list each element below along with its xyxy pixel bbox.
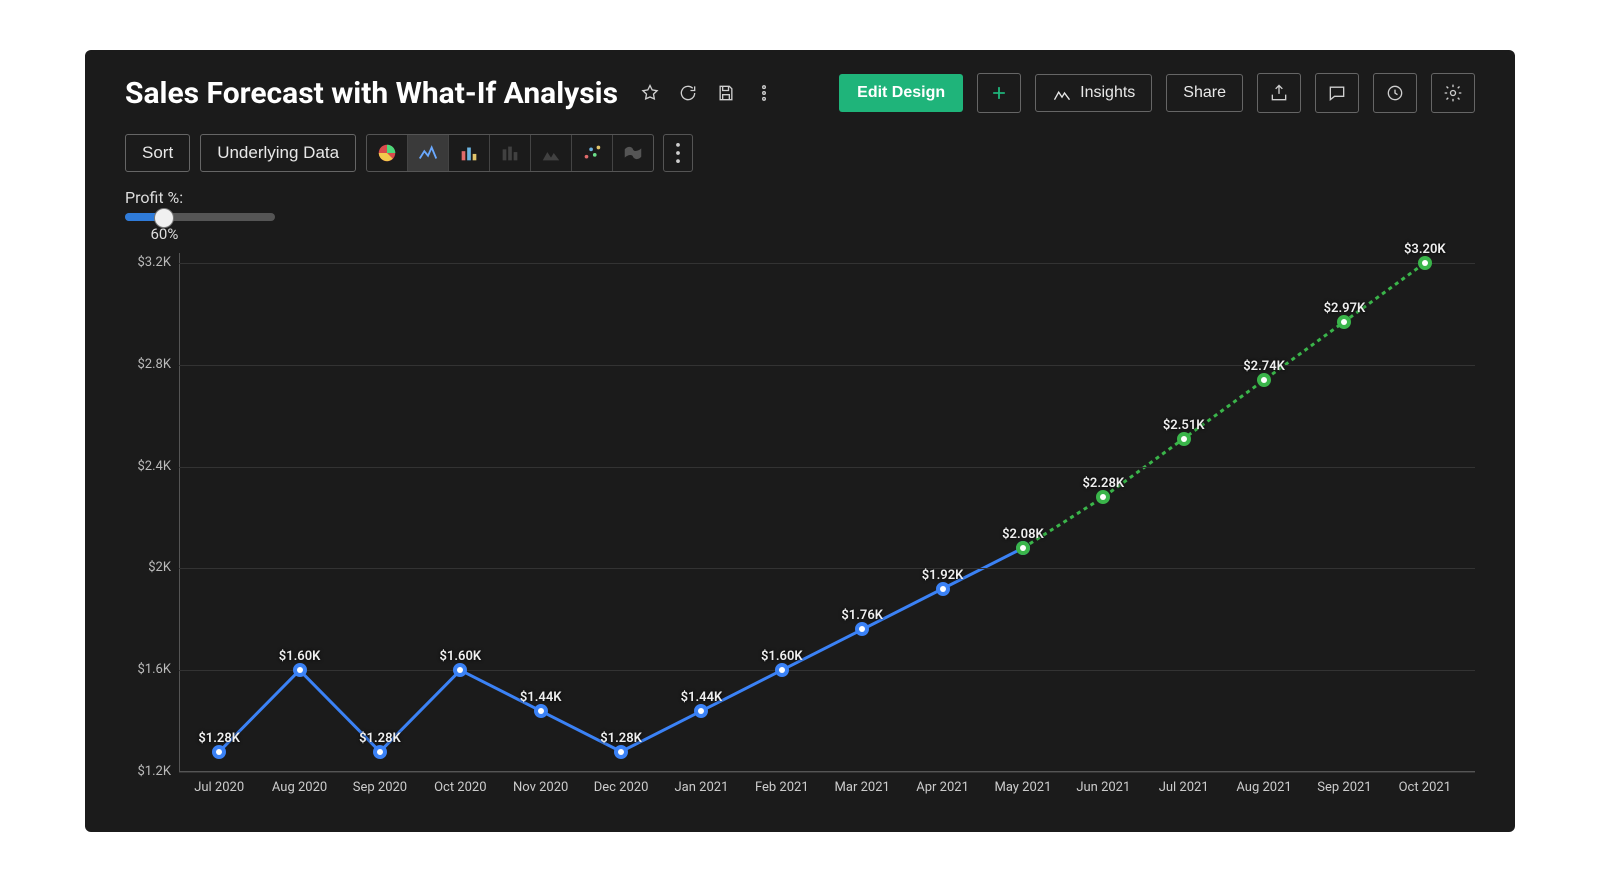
data-label: $1.28K [600,731,642,746]
insights-label: Insights [1080,84,1135,102]
more-icon[interactable] [752,81,776,105]
x-tick-label: Jan 2021 [675,780,729,795]
grid-line [179,772,1475,773]
profit-slider: Profit %: 60% [125,188,1475,243]
data-label: $1.44K [681,690,723,705]
slider-label: Profit %: [125,188,1475,207]
x-tick-label: Apr 2021 [916,780,969,795]
chart-type-area-icon[interactable] [531,135,572,171]
data-label: $2.74K [1243,359,1285,374]
favorite-icon[interactable] [638,81,662,105]
actual-point[interactable] [453,663,467,677]
header: Sales Forecast with What-If Analysis Edi… [125,70,1475,116]
forecast-point[interactable] [1337,315,1351,329]
forecast-point[interactable] [1257,373,1271,387]
x-tick-label: Oct 2021 [1399,780,1451,795]
actual-point[interactable] [775,663,789,677]
grid-line [179,568,1475,569]
chart-type-line-icon[interactable] [408,135,449,171]
chart-type-switcher [366,134,654,172]
save-icon[interactable] [714,81,738,105]
insights-button[interactable]: Insights [1035,74,1152,112]
x-tick-label: Sep 2020 [353,780,407,795]
chart-type-bar-icon[interactable] [449,135,490,171]
data-label: $1.60K [279,649,321,664]
slider-track[interactable] [125,213,275,221]
x-tick-label: Aug 2020 [272,780,327,795]
actual-point[interactable] [293,663,307,677]
data-label: $2.51K [1163,418,1205,433]
data-label: $2.97K [1324,301,1366,316]
alert-icon[interactable] [1373,73,1417,113]
y-tick-label: $1.2K [125,764,171,779]
y-tick-label: $3.2K [125,255,171,270]
data-label: $1.44K [520,690,562,705]
share-button[interactable]: Share [1166,74,1243,112]
refresh-icon[interactable] [676,81,700,105]
grid-line [179,263,1475,264]
actual-point[interactable] [936,582,950,596]
sales-forecast-chart: $1.2K $1.6K $2K $2.4K $2.8K $3.2K Jul 2020 Aug … [125,253,1475,802]
x-tick-label: Sep 2021 [1317,780,1371,795]
chart-lines [125,253,1475,802]
page-title: Sales Forecast with What-If Analysis [125,76,618,111]
x-tick-label: Oct 2020 [434,780,486,795]
actual-point[interactable] [855,622,869,636]
edit-design-button[interactable]: Edit Design [839,74,963,112]
analytics-app: { "header": { "title": "Sales Forecast w… [85,50,1515,832]
chart-type-map-icon[interactable] [613,135,653,171]
forecast-point[interactable] [1016,541,1030,555]
forecast-point[interactable] [1418,256,1432,270]
data-label: $1.76K [841,608,883,623]
x-tick-label: Jul 2020 [194,780,244,795]
actual-point[interactable] [534,704,548,718]
data-label: $2.08K [1002,527,1044,542]
add-button[interactable] [977,73,1021,113]
data-label: $1.60K [761,649,803,664]
x-tick-label: Mar 2021 [835,780,890,795]
settings-icon[interactable] [1431,73,1475,113]
data-label: $1.28K [198,731,240,746]
actual-point[interactable] [212,745,226,759]
y-tick-label: $2K [125,560,171,575]
y-tick-label: $2.4K [125,459,171,474]
data-label: $1.92K [922,568,964,583]
y-tick-label: $1.6K [125,662,171,677]
sort-button[interactable]: Sort [125,134,190,172]
data-label: $1.60K [439,649,481,664]
chart-type-more-icon[interactable] [663,134,693,172]
comment-icon[interactable] [1315,73,1359,113]
chart-type-scatter-icon[interactable] [572,135,613,171]
chart-type-pie-icon[interactable] [367,135,408,171]
data-label: $3.20K [1404,242,1446,257]
slider-thumb[interactable] [154,208,174,228]
data-label: $2.28K [1082,476,1124,491]
export-icon[interactable] [1257,73,1301,113]
actual-point[interactable] [694,704,708,718]
actual-point[interactable] [373,745,387,759]
toolbar: Sort Underlying Data [125,134,1475,172]
x-tick-label: Feb 2021 [755,780,809,795]
y-tick-label: $2.8K [125,357,171,372]
slider-value: 60% [151,225,1476,243]
x-tick-label: May 2021 [994,780,1051,795]
forecast-point[interactable] [1096,490,1110,504]
grid-line [179,467,1475,468]
chart-type-stacked-bar-icon[interactable] [490,135,531,171]
forecast-point[interactable] [1177,432,1191,446]
x-tick-label: Dec 2020 [594,780,649,795]
underlying-data-button[interactable]: Underlying Data [200,134,356,172]
x-tick-label: Jul 2021 [1159,780,1209,795]
x-tick-label: Jun 2021 [1076,780,1130,795]
x-tick-label: Aug 2021 [1236,780,1291,795]
grid-line [179,670,1475,671]
x-tick-label: Nov 2020 [513,780,568,795]
actual-point[interactable] [614,745,628,759]
data-label: $1.28K [359,731,401,746]
